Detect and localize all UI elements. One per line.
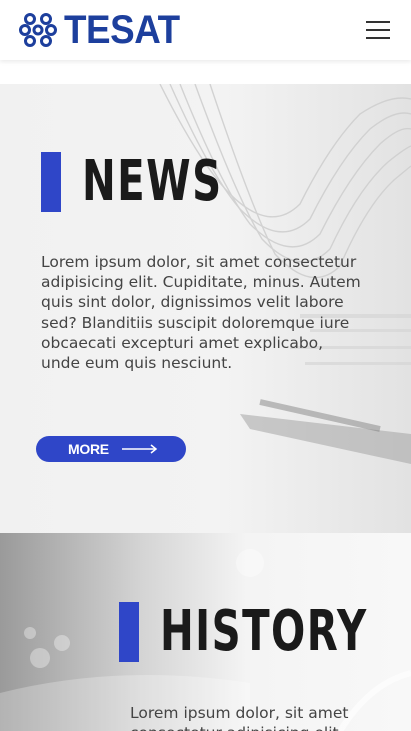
news-title: NEWS [41, 152, 277, 212]
news-body-text: Lorem ipsum dolor, sit amet consectetur … [41, 253, 361, 373]
brand-logo[interactable]: TESAT [19, 9, 190, 51]
hamburger-menu-button[interactable] [361, 18, 395, 42]
more-button-label: MORE [68, 441, 109, 457]
molecule-logo-icon [19, 13, 57, 47]
news-heading: NEWS [82, 149, 223, 214]
more-button[interactable]: MORE [36, 436, 186, 462]
history-body-text: Lorem ipsum dolor, sit amet consectetur … [130, 704, 349, 731]
arrow-right-icon [121, 444, 158, 454]
history-title: HISTORY [119, 602, 411, 662]
title-accent-bar [41, 152, 61, 212]
history-section: HISTORY Lorem ipsum dolor, sit amet cons… [0, 533, 411, 731]
title-accent-bar [119, 602, 139, 662]
site-header: TESAT [0, 0, 411, 60]
hamburger-menu-icon [366, 21, 390, 23]
hamburger-line [366, 37, 390, 39]
hamburger-line [366, 29, 390, 31]
brand-name: TESAT [64, 8, 180, 52]
news-section: NEWS Lorem ipsum dolor, sit amet consect… [0, 84, 411, 533]
history-heading: HISTORY [160, 599, 368, 664]
